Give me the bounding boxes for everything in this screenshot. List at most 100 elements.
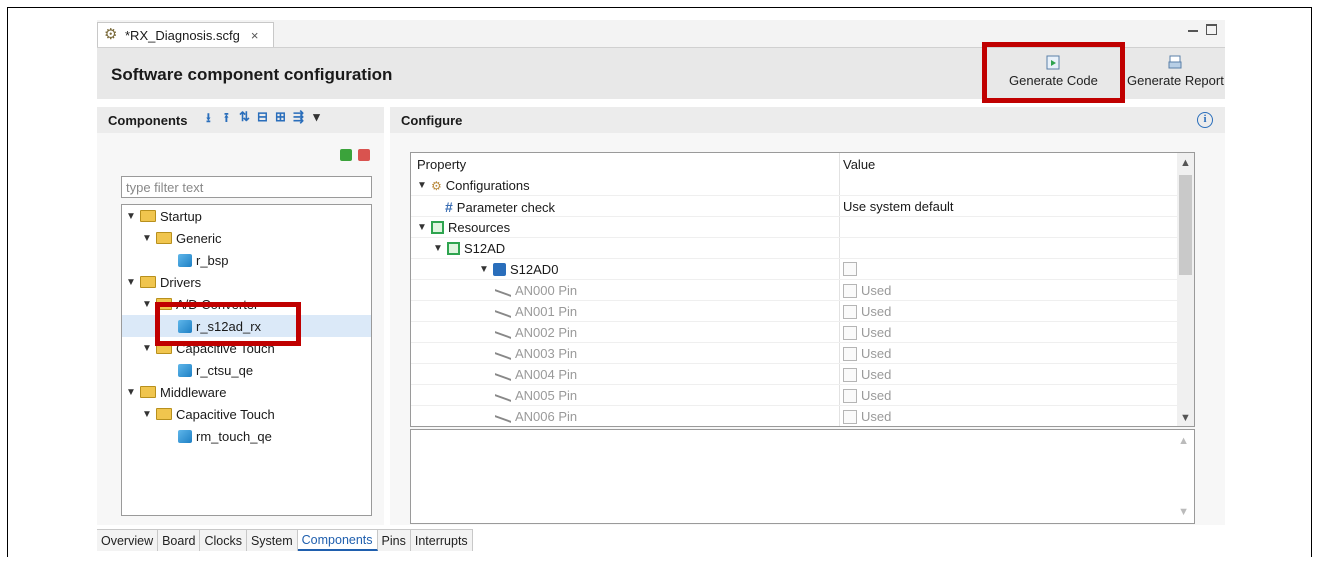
editor-tab-rx-diagnosis[interactable]: ⚙ *RX_Diagnosis.scfg × (97, 22, 274, 47)
prop-row-parameter-check[interactable]: # Parameter check Use system default (411, 196, 1179, 217)
tree-item-label: Drivers (160, 274, 202, 290)
tab-board[interactable]: Board (158, 530, 201, 551)
chevron-down-icon[interactable]: ▼ (142, 233, 152, 244)
export-icon[interactable]: ⭱ (219, 109, 233, 131)
chevron-down-icon[interactable]: ▼ (417, 180, 427, 191)
prop-value[interactable] (843, 262, 857, 276)
scroll-down-icon[interactable]: ▼ (1178, 506, 1189, 518)
tab-clocks[interactable]: Clocks (200, 530, 247, 551)
configure-title: Configure (401, 112, 463, 128)
prop-value-text: Used (861, 388, 892, 403)
tree-item-generic[interactable]: ▼ Generic (142, 227, 222, 249)
pin-icon (495, 284, 511, 297)
maximize-icon[interactable] (1206, 24, 1217, 35)
tree-item-capacitive-touch-middleware[interactable]: ▼ Capacitive Touch (142, 403, 275, 425)
peripheral-icon (447, 242, 460, 255)
pin-icon (495, 326, 511, 339)
tab-system[interactable]: System (246, 530, 298, 551)
prop-row-an003[interactable]: AN003 Pin Used (411, 343, 1179, 364)
prop-row-resources[interactable]: ▼ Resources (411, 217, 1179, 238)
prop-row-an006[interactable]: AN006 Pin Used (411, 406, 1179, 426)
tree-item-drivers[interactable]: ▼ Drivers (126, 271, 201, 293)
tab-pins[interactable]: Pins (377, 530, 411, 551)
pin-icon (495, 347, 511, 360)
prop-row-s12ad[interactable]: ▼ S12AD (411, 238, 1179, 259)
close-icon[interactable]: × (251, 28, 259, 43)
checkbox[interactable] (843, 283, 857, 298)
filter-options-icon[interactable]: ⇶ (291, 109, 305, 131)
column-header-property: Property (417, 156, 467, 172)
minimize-icon[interactable] (1188, 30, 1198, 32)
prop-value-text: Used (861, 346, 892, 361)
chevron-down-icon[interactable]: ▼ (433, 243, 443, 254)
checkbox[interactable] (843, 304, 857, 319)
remove-component-icon[interactable] (358, 149, 370, 161)
prop-name: AN003 Pin (515, 346, 578, 361)
info-icon[interactable]: i (1197, 112, 1213, 128)
prop-name: AN000 Pin (515, 283, 578, 298)
tree-item-rm-touch-qe[interactable]: rm_touch_qe (178, 425, 272, 447)
pin-icon (495, 389, 511, 402)
prop-name: Configurations (445, 178, 530, 193)
prop-row-an002[interactable]: AN002 Pin Used (411, 322, 1179, 343)
tab-interrupts[interactable]: Interrupts (410, 530, 473, 551)
tree-item-label: rm_touch_qe (196, 428, 272, 444)
scroll-up-icon[interactable]: ▲ (1178, 435, 1189, 447)
chevron-down-icon[interactable]: ▼ (479, 264, 489, 275)
window-controls (1188, 24, 1217, 35)
generate-report-button[interactable]: Generate Report (1127, 54, 1224, 88)
prop-row-s12ad0[interactable]: ▼ S12AD0 (411, 259, 1179, 280)
import-icon[interactable]: ⭳ (201, 109, 215, 131)
chevron-down-icon[interactable]: ▼ (142, 409, 152, 420)
component-actions (340, 149, 370, 161)
components-title: Components (108, 112, 188, 128)
generate-report-icon (1168, 55, 1182, 69)
tree-item-r-ctsu-qe[interactable]: r_ctsu_qe (178, 359, 253, 381)
prop-name: S12AD0 (510, 262, 559, 277)
column-header-value: Value (843, 156, 876, 172)
chevron-down-icon[interactable]: ▼ (126, 277, 136, 288)
component-icon (178, 429, 192, 443)
tree-item-middleware[interactable]: ▼ Middleware (126, 381, 226, 403)
prop-row-an001[interactable]: AN001 Pin Used (411, 301, 1179, 322)
scroll-down-icon[interactable]: ▼ (1180, 412, 1191, 424)
chevron-down-icon[interactable]: ▼ (126, 387, 136, 398)
property-scrollbar[interactable]: ▲ ▼ (1177, 153, 1194, 426)
tab-overview[interactable]: Overview (97, 530, 159, 551)
expand-all-icon[interactable]: ⊞ (273, 109, 287, 131)
prop-row-an004[interactable]: AN004 Pin Used (411, 364, 1179, 385)
collapse-all-icon[interactable]: ⊟ (255, 109, 269, 131)
checkbox[interactable] (843, 325, 857, 340)
checkbox[interactable] (843, 388, 857, 403)
tree-item-r-bsp[interactable]: r_bsp (178, 249, 229, 271)
chevron-down-icon[interactable]: ▼ (417, 222, 427, 233)
prop-name: AN002 Pin (515, 325, 578, 340)
checkbox[interactable] (843, 409, 857, 424)
generate-report-label: Generate Report (1127, 73, 1224, 88)
scrollbar-thumb[interactable] (1179, 175, 1192, 275)
prop-value[interactable]: Use system default (843, 199, 954, 214)
resources-icon (431, 221, 444, 234)
chevron-down-icon[interactable]: ▾ (309, 109, 323, 131)
tab-components[interactable]: Components (297, 530, 378, 551)
configure-panel: Configure i Property Value ▼ ⚙ Configura… (390, 107, 1225, 525)
sort-icon[interactable]: ⇅ (237, 109, 251, 131)
chip-icon (493, 263, 506, 276)
prop-row-an005[interactable]: AN005 Pin Used (411, 385, 1179, 406)
configure-panel-header: Configure (390, 107, 1225, 133)
pin-icon (495, 410, 511, 423)
prop-row-an000[interactable]: AN000 Pin Used (411, 280, 1179, 301)
filter-input[interactable] (121, 176, 372, 198)
bottom-tab-bar: Overview Board Clocks System Components … (97, 529, 473, 551)
chevron-down-icon[interactable]: ▼ (142, 343, 152, 354)
scroll-up-icon[interactable]: ▲ (1180, 157, 1191, 169)
checkbox[interactable] (843, 367, 857, 382)
prop-row-configurations[interactable]: ▼ ⚙ Configurations (411, 175, 1179, 196)
highlight-box-r-s12ad-rx (155, 302, 301, 346)
chevron-down-icon[interactable]: ▼ (142, 299, 152, 310)
checkbox[interactable] (843, 346, 857, 361)
checkbox[interactable] (843, 262, 857, 276)
chevron-down-icon[interactable]: ▼ (126, 211, 136, 222)
tree-item-startup[interactable]: ▼ Startup (126, 205, 202, 227)
add-component-icon[interactable] (340, 149, 352, 161)
